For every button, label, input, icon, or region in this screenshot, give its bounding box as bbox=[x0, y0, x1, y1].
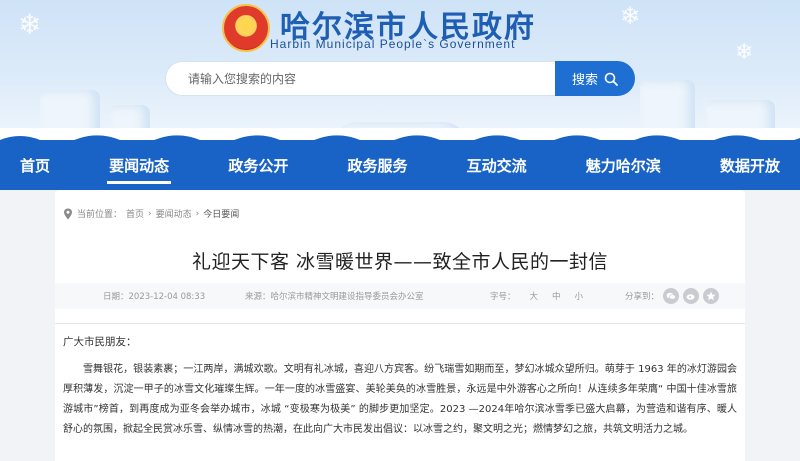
snowflake-icon: ❄ bbox=[18, 8, 42, 41]
article-date: 日期：2023-12-04 08:33 bbox=[103, 292, 206, 302]
breadcrumb-prefix: 当前位置： bbox=[77, 210, 123, 220]
article-card: 当前位置： 首页 › 要闻动态 › 今日要闻 礼迎天下客 冰雪暖世界——致全市人… bbox=[55, 190, 745, 461]
breadcrumb-separator: › bbox=[148, 208, 152, 219]
search-button-label: 搜索 bbox=[571, 73, 598, 88]
nav-item-charming-harbin[interactable]: 魅力哈尔滨 bbox=[584, 150, 663, 182]
nav-wave-decoration bbox=[0, 135, 800, 148]
article-meta: 日期：2023-12-04 08:33 来源：哈尔滨市精神文明建设指导委员会办公… bbox=[55, 283, 745, 309]
weibo-icon[interactable] bbox=[683, 288, 700, 304]
article-title: 礼迎天下客 冰雪暖世界——致全市人民的一封信 bbox=[191, 251, 609, 273]
font-size-medium[interactable]: 中 bbox=[552, 290, 561, 302]
content-divider bbox=[55, 323, 745, 324]
search-icon bbox=[604, 72, 618, 86]
breadcrumb-link-news[interactable]: 要闻动态 bbox=[156, 207, 192, 220]
share-label: 分享到： bbox=[625, 292, 660, 302]
nav-item-news[interactable]: 要闻动态 bbox=[107, 150, 172, 184]
location-pin-icon bbox=[64, 208, 72, 219]
article-source: 来源：哈尔滨市精神文明建设指导委员会办公室 bbox=[245, 292, 424, 302]
share-bar: 分享到： bbox=[625, 288, 720, 304]
font-size-selector: 字号： 大 中 小 bbox=[490, 290, 620, 302]
snowflake-icon: ❄ bbox=[735, 40, 754, 65]
breadcrumb-link-home[interactable]: 首页 bbox=[126, 207, 144, 220]
font-size-large[interactable]: 大 bbox=[530, 290, 539, 302]
search-button[interactable]: 搜索 bbox=[555, 61, 635, 96]
nav-item-interaction[interactable]: 互动交流 bbox=[465, 150, 529, 182]
snowflake-icon: ❄ bbox=[620, 2, 641, 30]
letter-greeting: 广大市民朋友： bbox=[63, 336, 137, 348]
main-nav: 首页 要闻动态 政务公开 政务服务 互动交流 魅力哈尔滨 数据开放 bbox=[0, 128, 800, 190]
font-size-small[interactable]: 小 bbox=[575, 290, 584, 302]
nav-item-government-affairs[interactable]: 政务公开 bbox=[226, 150, 290, 182]
nav-item-government-services[interactable]: 政务服务 bbox=[345, 150, 409, 182]
qzone-icon[interactable] bbox=[703, 288, 720, 304]
breadcrumb-link-today[interactable]: 今日要闻 bbox=[203, 207, 239, 220]
national-emblem-logo bbox=[222, 4, 270, 52]
breadcrumb-separator: › bbox=[195, 208, 200, 219]
nav-item-open-data[interactable]: 数据开放 bbox=[718, 150, 782, 182]
font-size-label: 字号： bbox=[490, 292, 516, 302]
breadcrumb: 当前位置： 首页 › 要闻动态 › 今日要闻 bbox=[63, 207, 239, 220]
article-paragraph: 雪舞银花，银装素裹；一江两岸，满城欢歌。文明有礼冰城，喜迎八方宾客。纷飞瑞雪如期… bbox=[63, 364, 737, 435]
site-subtitle: Harbin Municipal People`s Government bbox=[270, 37, 516, 51]
wechat-icon[interactable] bbox=[663, 288, 680, 304]
nav-item-home[interactable]: 首页 bbox=[18, 150, 52, 182]
search-input[interactable] bbox=[165, 61, 555, 96]
